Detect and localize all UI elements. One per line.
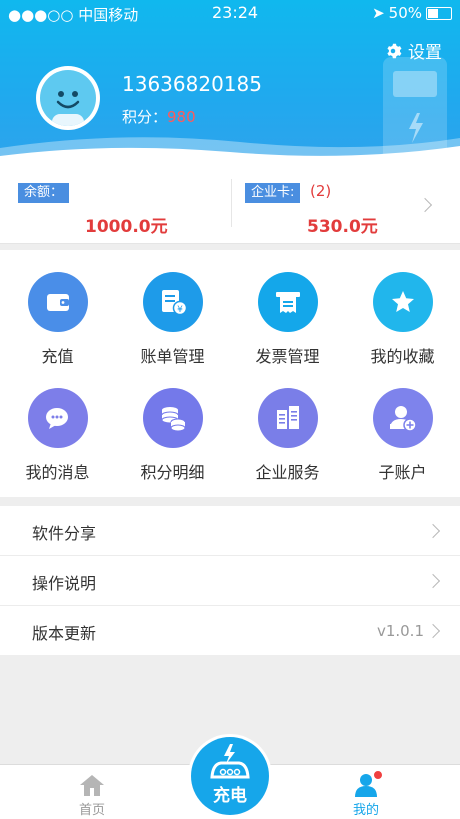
tab-home[interactable]: 首页 [32,765,152,819]
list-item-version-update[interactable]: 版本更新 v1.0.1 [0,606,460,655]
phone-number: 13636820185 [122,72,262,96]
grid-item-messages[interactable]: 我的消息 [0,366,115,482]
function-grid: 充值 ¥ 账单管理 发票管理 我的收藏 我的消息 积分明细 企业服务 子账户 [0,250,460,497]
chevron-right-icon [425,623,441,639]
enterprise-card-amount: 530.0元 [307,217,378,237]
grid-item-points-detail[interactable]: 积分明细 [115,366,230,482]
grid-item-favorites[interactable]: 我的收藏 [345,250,460,366]
location-arrow-icon: ➤ [372,4,385,22]
invoice-icon [258,272,318,332]
battery-area: ➤ 50% [372,4,452,22]
carrier-label: ●●●○○ 中国移动 [8,6,139,24]
grid-item-label: 发票管理 [255,347,320,366]
building-icon [258,388,318,448]
settings-list: 软件分享 操作说明 版本更新 v1.0.1 [0,506,460,655]
grid-item-label: 我的消息 [25,463,90,482]
notification-badge [373,770,383,780]
tab-mine[interactable]: 我的 [306,765,426,819]
tab-label: 我的 [352,803,379,818]
coins-icon [143,388,203,448]
grid-item-invoice-management[interactable]: 发票管理 [230,250,345,366]
enterprise-card-tag: 企业卡: [245,183,301,203]
grid-item-recharge[interactable]: 充值 [0,250,115,366]
svg-text:¥: ¥ [177,305,183,315]
grid-item-sub-account[interactable]: 子账户 [345,366,460,482]
chevron-right-icon [425,573,441,589]
version-value: v1.0.1 [376,622,424,640]
charge-button[interactable]: 充电 [191,737,269,815]
battery-icon [426,6,452,20]
home-icon [80,775,104,796]
message-icon [28,388,88,448]
status-bar: ●●●○○ 中国移动 23:24 ➤ 50% [0,0,460,28]
balance-amount: 1000.0元 [85,217,168,237]
wallet-icon [28,272,88,332]
list-item-label: 软件分享 [32,524,97,543]
list-item-share[interactable]: 软件分享 [0,506,460,556]
enterprise-card-count: (2) [310,182,332,200]
settings-label: 设置 [408,43,442,63]
grid-item-label: 企业服务 [255,463,320,482]
grid-item-label: 我的收藏 [370,347,435,366]
balance-tag: 余额： [18,183,70,203]
grid-item-label: 账单管理 [140,347,205,366]
star-icon [373,272,433,332]
battery-percent: 50% [388,4,422,22]
grid-item-bill-management[interactable]: ¥ 账单管理 [115,250,230,366]
divider [231,179,232,227]
grid-item-label: 积分明细 [140,463,205,482]
chevron-right-icon [425,523,441,539]
list-item-instructions[interactable]: 操作说明 [0,556,460,606]
list-item-label: 操作说明 [32,574,97,593]
clock: 23:24 [212,3,259,22]
grid-item-label: 充值 [41,347,74,366]
header-wave [0,137,460,165]
bill-icon: ¥ [143,272,203,332]
tab-label: 首页 [78,803,105,818]
add-user-icon [373,388,433,448]
gear-icon [387,43,402,58]
list-item-label: 版本更新 [32,624,97,643]
grid-item-label: 子账户 [378,463,427,482]
profile-header: ●●●○○ 中国移动 23:24 ➤ 50% 设置 13636820185 积分… [0,0,460,165]
settings-button[interactable]: 设置 [384,38,442,63]
grid-item-enterprise-service[interactable]: 企业服务 [230,366,345,482]
chevron-right-icon [417,197,433,213]
balance-panel[interactable]: 余额： 1000.0元 企业卡: (2) 530.0元 [0,165,460,244]
charge-button-label: 充电 [213,786,247,806]
smiley-avatar-icon [40,70,96,126]
